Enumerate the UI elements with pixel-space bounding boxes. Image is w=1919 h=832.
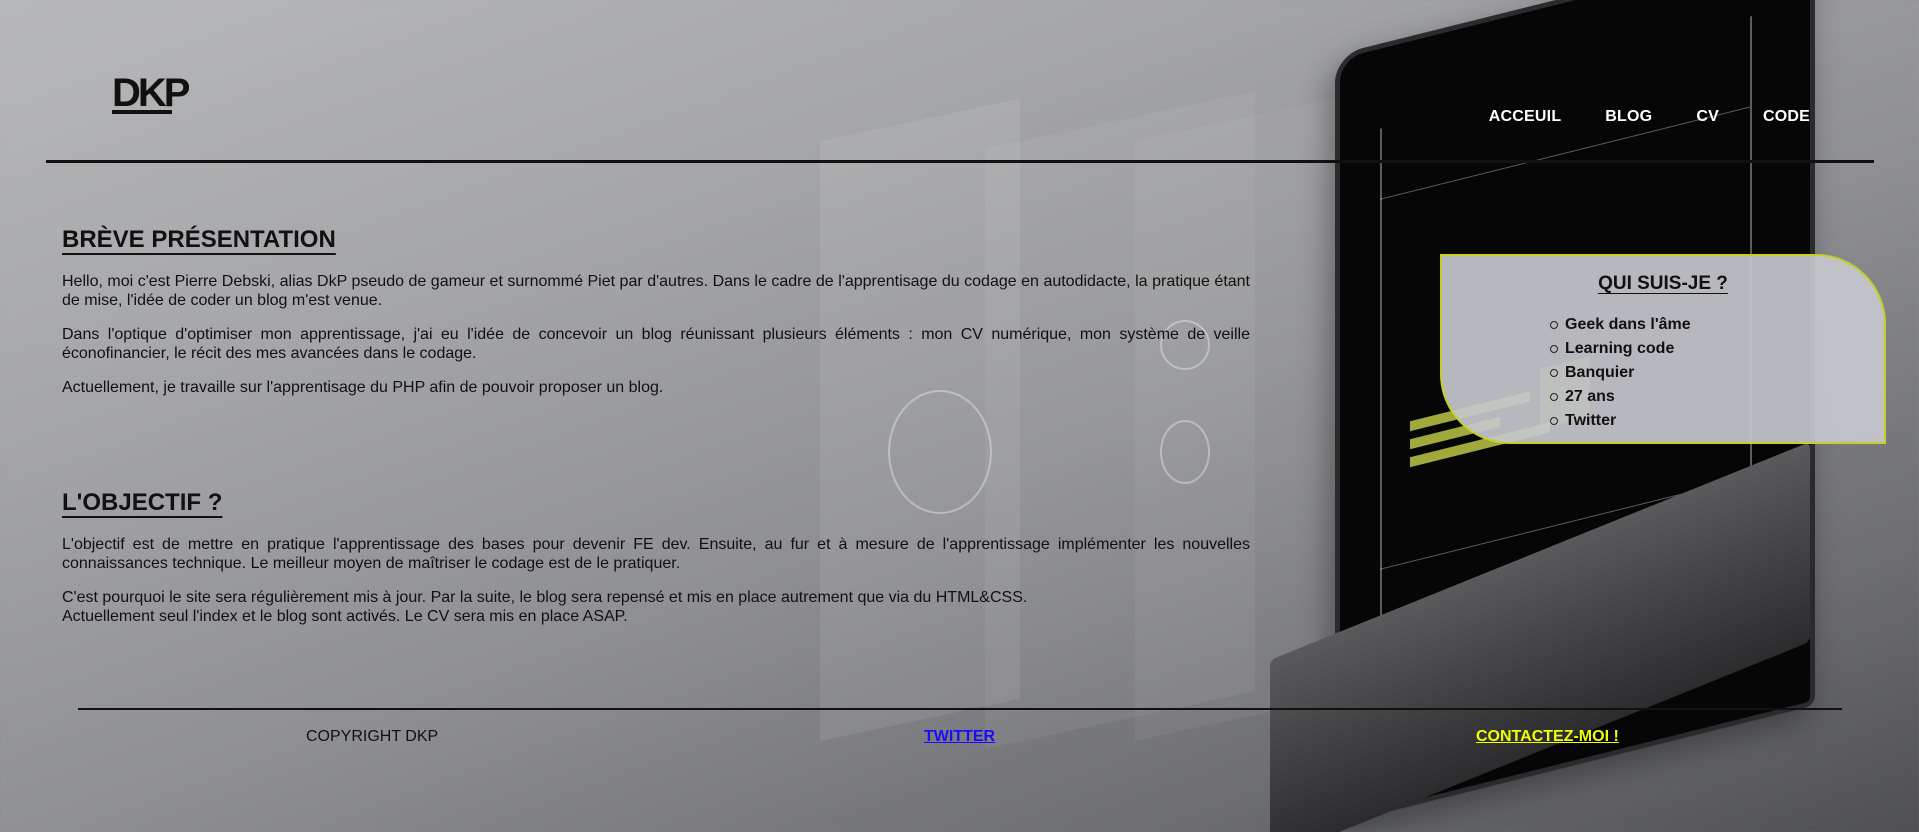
dkp-logo[interactable]: DKP (112, 68, 202, 118)
site-header: DKP ACCEUIL BLOG CV CODE (46, 0, 1874, 163)
footer-copyright: COPYRIGHT DKP (306, 728, 439, 745)
main-nav: ACCEUIL BLOG CV CODE (1489, 108, 1810, 126)
about-card-title: QUI SUIS-JE ? (1598, 273, 1728, 294)
nav-accueil-link[interactable]: ACCEUIL (1489, 108, 1562, 126)
about-list-item: Twitter (1550, 409, 1691, 433)
presentation-paragraph-2: Dans l'optique d'optimiser mon apprentis… (62, 326, 1250, 362)
objective-paragraph-3: Actuellement seul l'index et le blog son… (62, 608, 628, 625)
presentation-paragraph-3: Actuellement, je travaille sur l'apprent… (62, 379, 664, 396)
about-list-item: Banquier (1550, 361, 1691, 385)
objective-paragraph-1: L'objectif est de mettre en pratique l'a… (62, 536, 1250, 572)
nav-blog-link[interactable]: BLOG (1605, 108, 1652, 126)
objective-paragraph-2: C'est pourquoi le site sera régulièremen… (62, 589, 1028, 606)
about-list-item: 27 ans (1550, 385, 1691, 409)
presentation-paragraph-1: Hello, moi c'est Pierre Debski, alias Dk… (62, 273, 1250, 309)
about-card: QUI SUIS-JE ? Geek dans l'âme Learning c… (1440, 254, 1886, 444)
nav-code-link[interactable]: CODE (1763, 108, 1810, 126)
laptop-keyboard-image (1270, 441, 1810, 832)
about-list-item: Geek dans l'âme (1550, 313, 1691, 337)
presentation-section: BRÈVE PRÉSENTATION Hello, moi c'est Pier… (62, 226, 1250, 397)
site-footer: COPYRIGHT DKP TWITTER CONTACTEZ-MOI ! (78, 708, 1842, 750)
presentation-title: BRÈVE PRÉSENTATION (62, 226, 336, 253)
objective-title: L'OBJECTIF ? (62, 489, 223, 516)
objective-section: L'OBJECTIF ? L'objectif est de mettre en… (62, 489, 1250, 626)
logo-text: DKP (112, 71, 190, 115)
footer-contact-link[interactable]: CONTACTEZ-MOI ! (1476, 728, 1619, 746)
main-content: BRÈVE PRÉSENTATION Hello, moi c'est Pier… (62, 226, 1250, 641)
about-list-item: Learning code (1550, 337, 1691, 361)
nav-cv-link[interactable]: CV (1696, 108, 1719, 126)
about-list: Geek dans l'âme Learning code Banquier 2… (1550, 313, 1691, 433)
footer-twitter-link[interactable]: TWITTER (924, 728, 995, 746)
